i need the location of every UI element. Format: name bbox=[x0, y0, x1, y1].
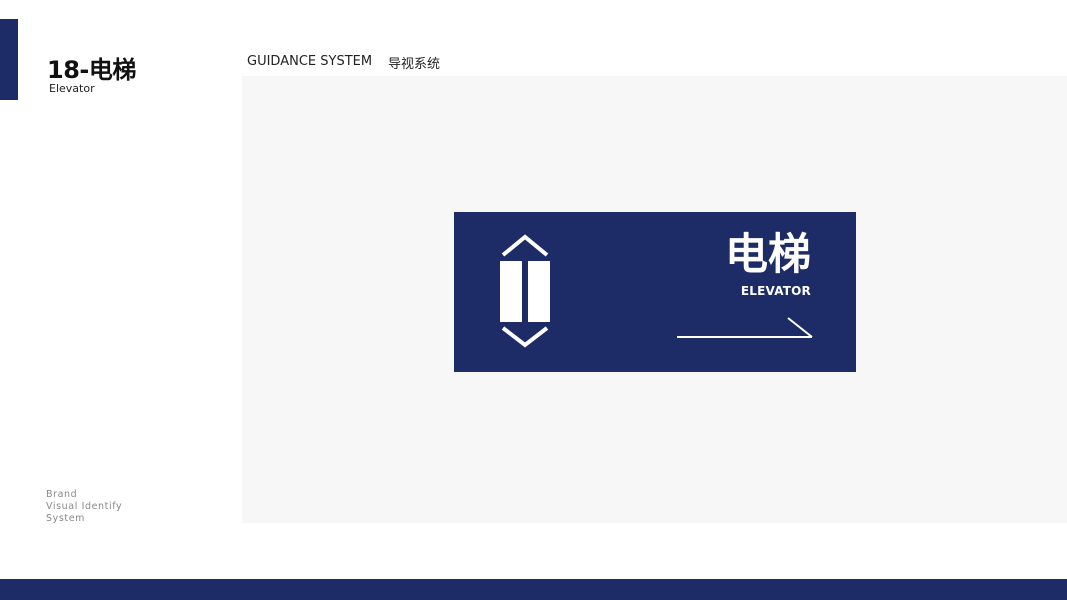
elevator-sign: 电梯 ELEVATOR bbox=[454, 212, 856, 372]
brand-line: Visual Identify bbox=[46, 501, 123, 512]
elevator-up-down-icon bbox=[500, 234, 550, 348]
page-title: 18-电梯 bbox=[47, 56, 136, 84]
sign-label-en: ELEVATOR bbox=[740, 284, 811, 298]
header-title-cn: 导视系统 bbox=[388, 57, 441, 72]
bottom-brand-bar bbox=[0, 579, 1067, 600]
left-accent-bar bbox=[0, 19, 18, 100]
sign-label-cn: 电梯 bbox=[725, 230, 811, 280]
page-subtitle: Elevator bbox=[49, 82, 95, 95]
right-arrow-icon bbox=[677, 317, 813, 338]
brand-line: System bbox=[46, 513, 86, 524]
header-title-en: GUIDANCE SYSTEM bbox=[247, 54, 373, 69]
brand-footer-text: Brand Visual Identify System bbox=[46, 489, 122, 525]
brand-line: Brand bbox=[46, 489, 78, 500]
